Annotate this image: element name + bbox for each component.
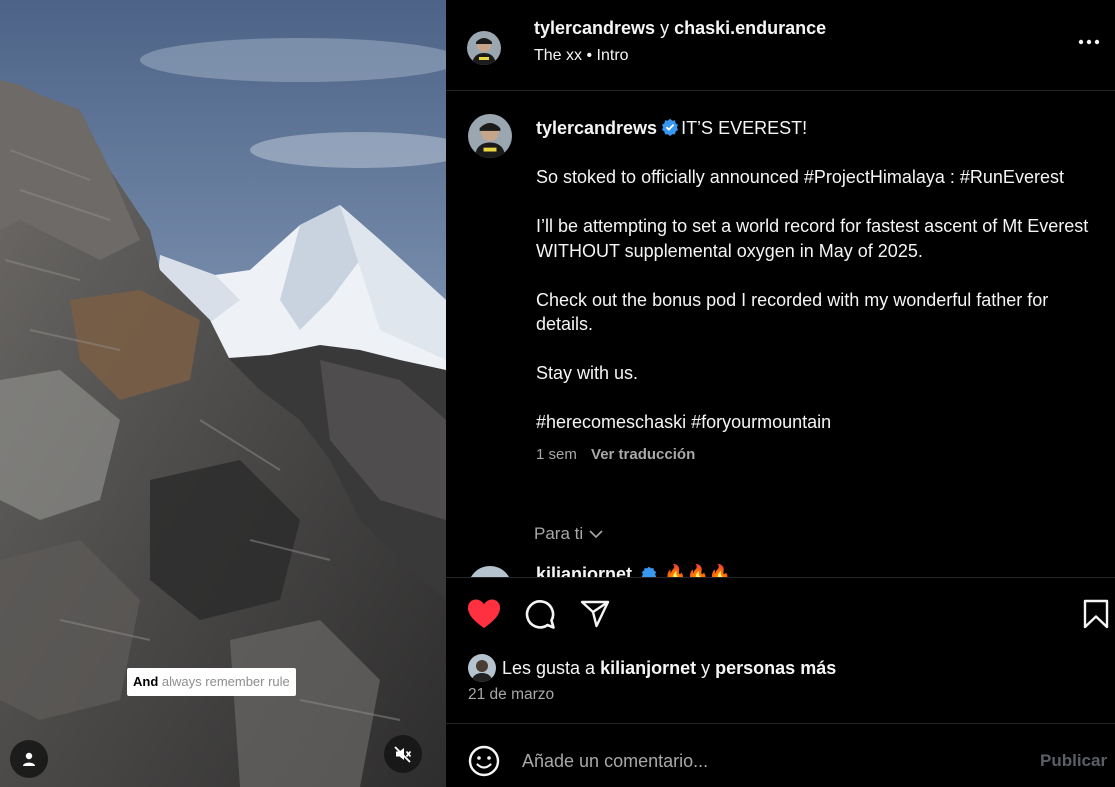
- likes-joiner: y: [701, 657, 711, 678]
- like-button[interactable]: [466, 596, 502, 632]
- commenter-username-line: kilianjornet 🔥🔥🔥: [536, 564, 731, 577]
- comment-icon: [525, 600, 555, 629]
- bookmark-icon: [1083, 599, 1109, 629]
- mute-toggle-button[interactable]: [384, 735, 422, 773]
- author-avatar[interactable]: [467, 31, 501, 65]
- avatar-image: [468, 114, 512, 158]
- emoji-icon: [468, 745, 500, 777]
- speaker-muted-icon: [394, 746, 412, 763]
- send-icon: [580, 600, 610, 628]
- caption-author-avatar[interactable]: [468, 114, 512, 158]
- author-username[interactable]: tylercandrews: [534, 18, 655, 38]
- likes-others-link[interactable]: personas más: [715, 658, 836, 679]
- emoji-picker-button[interactable]: [466, 743, 502, 779]
- heart-filled-icon: [468, 599, 500, 628]
- caption-rest: always remember rule: [161, 674, 290, 689]
- post-time-ago[interactable]: 1 sem: [536, 446, 577, 463]
- caption-username[interactable]: tylercandrews: [536, 118, 657, 138]
- post-header: tylercandrews y chaski.endurance The xx …: [446, 0, 1115, 91]
- audio-artist: The xx: [534, 47, 583, 64]
- verified-badge-icon: [662, 118, 679, 136]
- audio-track: Intro: [596, 47, 629, 64]
- avatar-image: [468, 654, 496, 682]
- comment-input[interactable]: [522, 746, 1002, 776]
- more-options-button[interactable]: [1074, 30, 1104, 54]
- caption-meta: 1 sem Ver traducción: [536, 443, 1096, 468]
- commenter-username[interactable]: kilianjornet: [536, 564, 632, 577]
- audio-separator: •: [586, 47, 593, 64]
- person-icon: [23, 752, 35, 766]
- add-comment-bar: Publicar: [446, 723, 1115, 787]
- post-side-panel: tylercandrews y chaski.endurance The xx …: [446, 0, 1115, 787]
- likes-prefix: Les gusta a: [502, 657, 596, 678]
- liker-avatar[interactable]: [468, 654, 496, 682]
- caption-first-line: tylercandrews IT’S EVEREST!: [536, 116, 1096, 141]
- comment-item: kilianjornet 🔥🔥🔥: [468, 564, 1068, 577]
- post-caption: tylercandrews IT’S EVEREST! So stoked to…: [536, 116, 1096, 467]
- save-button[interactable]: [1078, 596, 1114, 632]
- comment-button[interactable]: [522, 596, 558, 632]
- comment-sort-dropdown[interactable]: Para ti: [534, 524, 603, 544]
- see-translation-button[interactable]: Ver traducción: [591, 446, 695, 463]
- share-button[interactable]: [577, 596, 613, 632]
- caption-paragraph: I’ll be attempting to set a world record…: [536, 216, 1089, 261]
- caption-headline: IT’S EVEREST!: [681, 118, 808, 138]
- caption-strong: And: [133, 674, 159, 689]
- avatar-image: [468, 566, 512, 577]
- authors-joiner: y: [660, 18, 670, 38]
- audio-track-link[interactable]: The xx • Intro: [534, 47, 629, 65]
- caption-hashtags[interactable]: #herecomeschaski #foryourmountain: [536, 410, 1096, 435]
- caption-paragraph: So stoked to officially announced #Proje…: [536, 167, 1064, 187]
- reel-video[interactable]: And always remember rule: [0, 0, 446, 787]
- post-date[interactable]: 21 de marzo: [468, 686, 554, 704]
- collaborator-username[interactable]: chaski.endurance: [674, 18, 826, 38]
- caption-paragraph: Stay with us.: [536, 363, 639, 383]
- commenter-avatar[interactable]: [468, 566, 512, 577]
- likes-summary: Les gusta a kilianjornet y personas más: [468, 654, 836, 682]
- publish-comment-button[interactable]: Publicar: [1040, 751, 1107, 771]
- post-authors: tylercandrews y chaski.endurance: [534, 18, 826, 39]
- verified-badge-icon: [641, 566, 657, 577]
- avatar-image: [467, 31, 501, 65]
- liker-username[interactable]: kilianjornet: [600, 658, 696, 679]
- comment-text: 🔥🔥🔥: [664, 564, 732, 577]
- comments-scroll-area[interactable]: tylercandrews IT’S EVEREST! So stoked to…: [446, 92, 1115, 577]
- caption-paragraph: Check out the bonus pod I recorded with …: [536, 289, 1049, 335]
- tagged-users-button[interactable]: [10, 740, 48, 778]
- video-caption: And always remember rule: [127, 668, 296, 696]
- chevron-down-icon: [589, 530, 603, 539]
- more-horizontal-icon: [1078, 39, 1100, 45]
- post-actions-section: Les gusta a kilianjornet y personas más …: [446, 577, 1115, 723]
- comment-sort-label: Para ti: [534, 524, 584, 543]
